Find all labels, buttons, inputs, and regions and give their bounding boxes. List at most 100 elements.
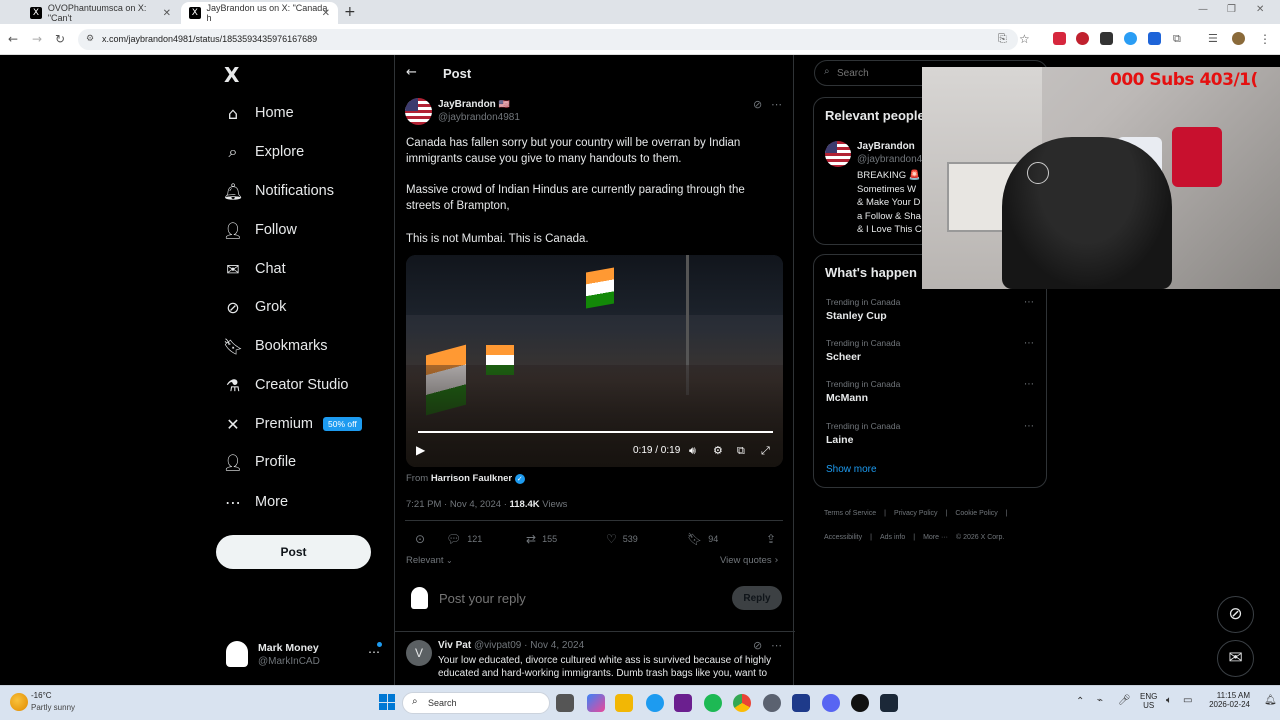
relevant-avatar[interactable] [825, 141, 851, 167]
footer-link[interactable]: Accessibility [824, 534, 862, 541]
author-name-row[interactable]: JayBrandon 🇺🇸 [438, 99, 510, 110]
settings-icon[interactable]: ⚙ [713, 444, 723, 457]
views-button[interactable]: ⊙ [415, 532, 431, 546]
more-icon[interactable]: ⋯ [771, 98, 782, 111]
spotify-icon[interactable] [704, 694, 722, 712]
notification-bell-icon[interactable]: 🔔︎ [1264, 695, 1277, 706]
account-switcher[interactable]: Mark Money @MarkInCAD ⋯ [226, 639, 386, 679]
chrome-icon[interactable] [733, 694, 751, 712]
settings-icon[interactable] [763, 694, 781, 712]
play-icon[interactable]: ▶ [416, 443, 425, 457]
grok-icon[interactable]: ⊘ [753, 639, 762, 652]
browser-menu-icon[interactable]: ⋮ [1259, 32, 1271, 46]
footer-link[interactable]: Ads info [880, 534, 905, 541]
reply-button-submit[interactable]: Reply [732, 586, 782, 610]
reply-date[interactable]: · Nov 4, 2024 [524, 640, 584, 651]
sidebar-item-more[interactable]: ⋯ More [222, 487, 288, 517]
reload-icon[interactable]: ↻ [55, 32, 65, 46]
trend-item[interactable]: Trending in Canada McMann [826, 379, 900, 404]
reply-author-handle[interactable]: @vivpat09 [474, 640, 521, 651]
minimize-icon[interactable]: — [1198, 4, 1208, 15]
footer-link[interactable]: More ··· [923, 534, 948, 541]
footer-link[interactable]: Privacy Policy [894, 510, 938, 517]
start-button[interactable] [379, 694, 395, 710]
maximize-icon[interactable]: ❐ [1227, 4, 1236, 15]
x-logo[interactable]: X [224, 63, 239, 87]
footer-link[interactable]: Cookie Policy [955, 510, 997, 517]
more-icon[interactable]: ⋯ [1024, 421, 1034, 432]
obs-icon[interactable] [851, 694, 869, 712]
relevant-name[interactable]: JayBrandon [857, 141, 915, 152]
bookmark-star-icon[interactable]: ☆ [1019, 32, 1030, 46]
fullscreen-icon[interactable]: ⤢ [761, 444, 770, 458]
sidebar-item-explore[interactable]: ⌕ Explore [222, 137, 305, 167]
share-button[interactable]: ⇪ [766, 532, 782, 546]
weather-temp[interactable]: -16°C [31, 691, 52, 700]
volume-icon[interactable]: 🔊︎ [689, 444, 696, 458]
view-quotes-link[interactable]: View quotes › [720, 555, 778, 566]
site-info-icon[interactable]: ⚙ [86, 29, 94, 50]
battery-icon[interactable]: ▭ [1183, 695, 1192, 706]
trend-item[interactable]: Trending in Canada Laine [826, 421, 900, 446]
discord-icon[interactable] [822, 694, 840, 712]
microphone-icon[interactable]: 🎤︎ [1118, 695, 1131, 706]
profile-avatar-icon[interactable] [1232, 32, 1245, 45]
source-name[interactable]: Harrison Faulkner [431, 473, 512, 484]
app-icon[interactable] [792, 694, 810, 712]
close-tab-icon[interactable]: ✕ [163, 8, 171, 19]
back-icon[interactable]: ← [8, 32, 18, 46]
edge-icon[interactable] [646, 694, 664, 712]
browser-tab-1[interactable]: X OVOPhantuumsca on X: "Can't ✕ [22, 2, 179, 24]
sidebar-item-bookmarks[interactable]: 🔖︎ Bookmarks [222, 331, 328, 361]
app-icon[interactable] [674, 694, 692, 712]
close-window-icon[interactable]: ✕ [1256, 4, 1264, 15]
reply-avatar[interactable]: V [406, 640, 432, 666]
more-icon[interactable]: ⋯ [368, 645, 380, 659]
network-icon[interactable]: ⌁ [1097, 695, 1103, 706]
extension-icon[interactable] [1053, 32, 1066, 45]
footer-link[interactable]: Terms of Service [824, 510, 876, 517]
weather-desc[interactable]: Partly sunny [31, 703, 75, 712]
pip-icon[interactable]: ⧉ [737, 444, 745, 458]
chevron-up-icon[interactable]: ⌃ [1076, 696, 1084, 707]
reply-button[interactable]: 💬︎ 121 [446, 532, 482, 546]
trend-item[interactable]: Trending in Canada Stanley Cup [826, 297, 900, 322]
more-icon[interactable]: ⋯ [1024, 297, 1034, 308]
sidebar-item-follow[interactable]: 👤︎ Follow [222, 215, 297, 245]
author-handle[interactable]: @jaybrandon4981 [438, 112, 520, 123]
extension-icon[interactable] [1076, 32, 1089, 45]
sort-dropdown[interactable]: Relevant ⌄ [406, 555, 453, 566]
bookmark-button[interactable]: 🔖︎ 94 [687, 532, 718, 546]
grok-fab-icon[interactable]: ⊘ [1217, 596, 1254, 633]
reply-author-name[interactable]: Viv Pat [438, 640, 471, 651]
sidebar-item-creator-studio[interactable]: ⚗ Creator Studio [222, 370, 349, 400]
file-explorer-icon[interactable] [615, 694, 633, 712]
weather-icon[interactable] [10, 693, 28, 711]
video-player[interactable]: ▶ 0:19 / 0:19 🔊︎ ⚙ ⧉ ⤢ [406, 255, 783, 467]
post-button[interactable]: Post [216, 535, 371, 569]
close-tab-icon[interactable]: ✕ [322, 8, 330, 19]
show-more-link[interactable]: Show more [826, 464, 877, 475]
new-tab-button[interactable]: + [344, 4, 356, 20]
like-button[interactable]: ♡ 539 [606, 532, 638, 546]
copilot-icon[interactable] [587, 694, 605, 712]
more-icon[interactable]: ⋯ [771, 639, 782, 652]
extension-icon[interactable] [1148, 32, 1161, 45]
sidebar-item-profile[interactable]: 👤︎ Profile [222, 447, 296, 477]
address-bar[interactable]: ⚙ x.com/jaybrandon4981/status/1853593435… [78, 29, 1018, 50]
sidebar-item-notifications[interactable]: 🔔︎ Notifications [222, 176, 334, 206]
clock[interactable]: 11:15 AM 2026-02-24 [1200, 691, 1250, 709]
sidebar-item-grok[interactable]: ⊘ Grok [222, 292, 286, 322]
sidebar-item-home[interactable]: ⌂ Home [222, 98, 294, 128]
reply-input[interactable] [439, 588, 709, 608]
forward-icon[interactable]: → [32, 32, 42, 46]
sidebar-item-chat[interactable]: ✉ Chat [222, 254, 285, 284]
grok-icon[interactable]: ⊘ [753, 98, 762, 111]
browser-tab-2[interactable]: X JayBrandon us on X: "Canada h ✕ [181, 2, 338, 24]
extension-icon[interactable] [1100, 32, 1113, 45]
timestamp[interactable]: 7:21 PM · Nov 4, 2024 · [406, 499, 507, 510]
more-icon[interactable]: ⋯ [1024, 379, 1034, 390]
messages-fab-icon[interactable]: ✉ [1217, 640, 1254, 677]
install-icon[interactable]: ⎘ [998, 32, 1007, 46]
extensions-puzzle-icon[interactable]: ⧉ [1173, 32, 1181, 46]
